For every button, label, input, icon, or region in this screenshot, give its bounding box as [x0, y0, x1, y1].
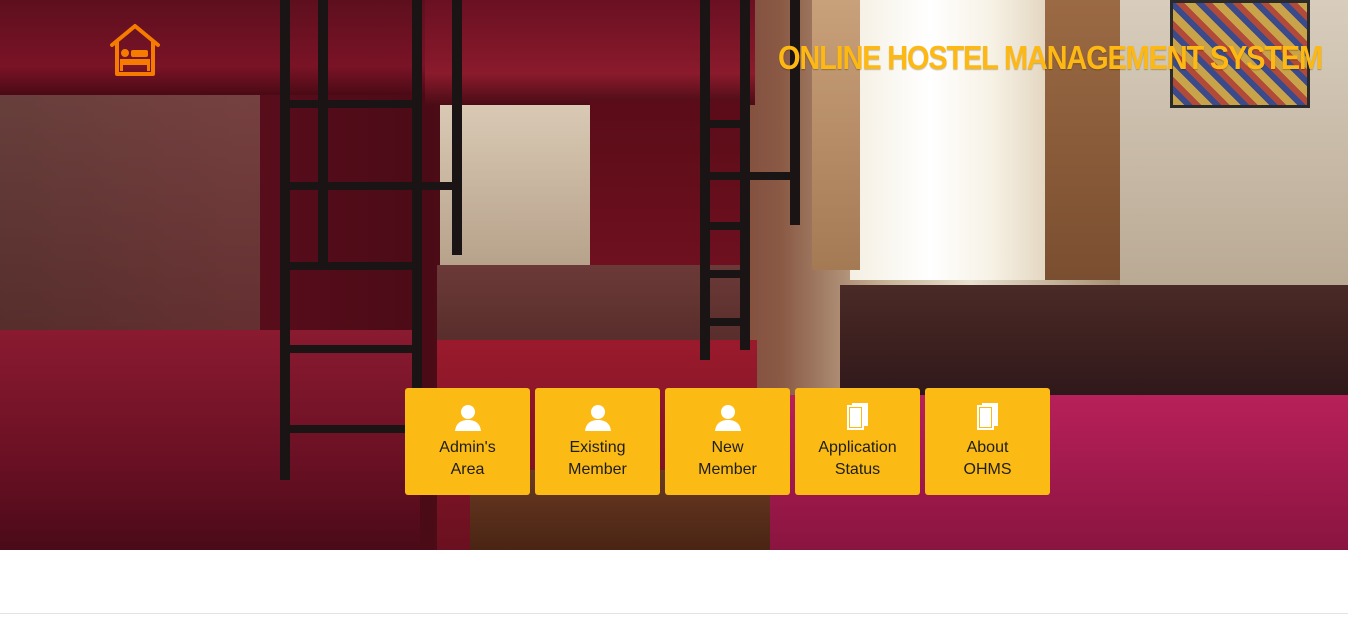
existing-member-button[interactable]: Existing Member: [535, 388, 660, 495]
application-status-button[interactable]: Application Status: [795, 388, 920, 495]
admins-area-button[interactable]: Admin's Area: [405, 388, 530, 495]
user-icon: [584, 405, 611, 431]
logo-graphic: [110, 24, 160, 76]
footer-divider: [0, 613, 1348, 614]
hostel-bed-icon[interactable]: [107, 22, 163, 78]
site-title: ONLINE HOSTEL MANAGEMENT SYSTEM: [778, 40, 1323, 77]
admins-area-label: Admin's Area: [439, 439, 496, 478]
user-icon: [454, 405, 481, 431]
book-icon: [976, 403, 998, 430]
main-menu: Admin's Area Existing Member New Member …: [405, 388, 1050, 495]
about-ohms-button[interactable]: About OHMS: [925, 388, 1050, 495]
application-status-label: Application Status: [818, 439, 897, 478]
new-member-label: New Member: [698, 439, 757, 478]
book-icon: [846, 403, 868, 430]
user-icon: [714, 405, 741, 431]
new-member-button[interactable]: New Member: [665, 388, 790, 495]
existing-member-label: Existing Member: [568, 439, 627, 478]
about-ohms-label: About OHMS: [963, 439, 1012, 478]
